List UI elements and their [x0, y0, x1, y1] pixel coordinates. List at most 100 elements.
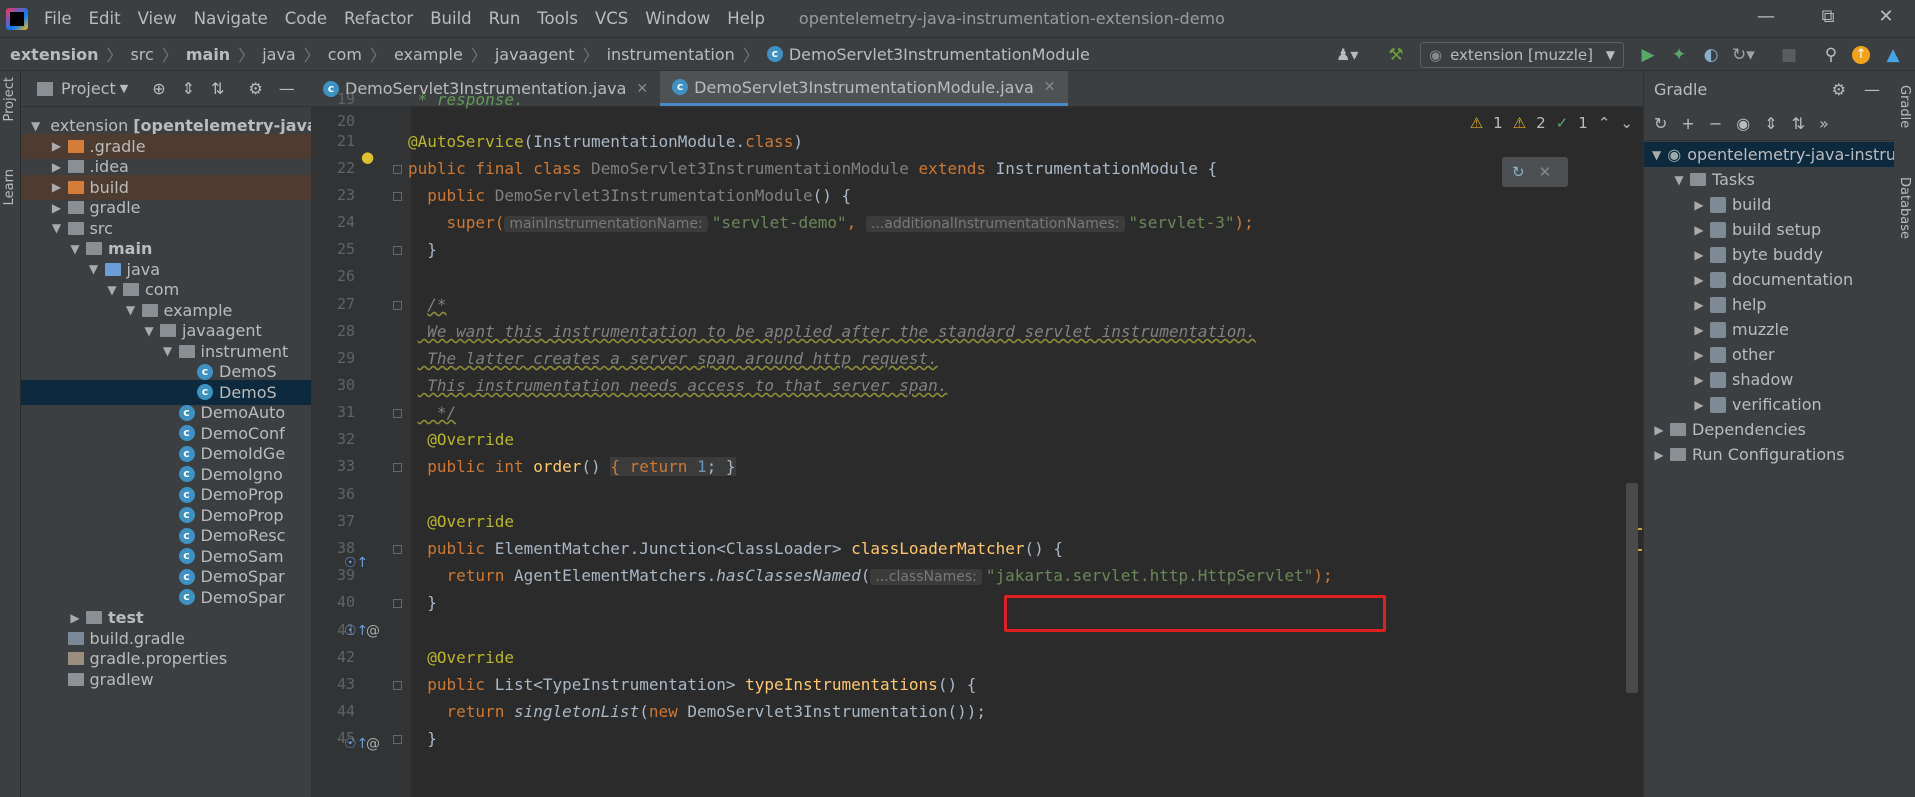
menu-refactor[interactable]: Refactor — [344, 9, 413, 28]
reload-icon[interactable]: ↻ — [1654, 114, 1667, 133]
gradle-task-group[interactable]: ▶ verification — [1692, 392, 1821, 417]
chevron-right-icon[interactable]: ▶ — [50, 201, 64, 215]
learn-tool-tab[interactable]: Learn — [2, 169, 17, 205]
fold-marker-icon[interactable] — [393, 463, 402, 472]
menu-code[interactable]: Code — [285, 9, 327, 28]
chevron-right-icon[interactable]: ▶ — [50, 180, 64, 194]
gear-icon[interactable]: ⚙ — [1832, 80, 1846, 99]
chevron-right-icon[interactable]: ▶ — [50, 139, 64, 153]
chevron-down-icon[interactable]: ▼ — [161, 344, 175, 358]
collapse-all-icon[interactable]: ⇅ — [1792, 114, 1805, 133]
breadcrumb-com[interactable]: com — [328, 45, 362, 64]
menu-build[interactable]: Build — [430, 9, 471, 28]
gradle-task-group[interactable]: ▶ byte buddy — [1692, 242, 1823, 267]
breadcrumb-instrumentation[interactable]: instrumentation — [607, 45, 735, 64]
expand-all-icon[interactable]: ⇕ — [182, 79, 195, 98]
editor-scrollbar[interactable] — [1626, 483, 1638, 693]
hide-icon[interactable]: — — [1864, 80, 1880, 99]
annotation-icon[interactable]: @ — [366, 623, 380, 639]
implements-icon[interactable]: ☉↑ — [344, 736, 368, 752]
run-configuration-select[interactable]: ◉ extension [muzzle] ▼ — [1420, 42, 1624, 68]
fold-marker-icon[interactable] — [393, 301, 402, 310]
gear-icon[interactable]: ⚙ — [248, 79, 262, 98]
chevron-down-icon[interactable]: ▼ — [31, 119, 40, 133]
gradle-task-group[interactable]: ▶ other — [1692, 342, 1774, 367]
gradle-task-group[interactable]: ▶ documentation — [1692, 267, 1853, 292]
profile-icon[interactable]: ↻▾ — [1732, 44, 1755, 66]
run-icon[interactable]: ▶ — [1637, 44, 1659, 66]
fold-marker-icon[interactable] — [393, 165, 402, 174]
project-panel-title[interactable]: Project — [61, 79, 116, 98]
chevron-right-icon[interactable]: ▶ — [68, 611, 82, 625]
search-icon[interactable]: ⚲ — [1820, 44, 1842, 66]
gradle-run-configurations[interactable]: ▶ Run Configurations — [1652, 442, 1844, 467]
menu-view[interactable]: View — [138, 9, 177, 28]
gradle-task-group[interactable]: ▶ build — [1692, 192, 1771, 217]
tab-demoservlet3instrumentationmodule[interactable]: c DemoServlet3InstrumentationModule.java… — [660, 71, 1068, 106]
chevron-down-icon[interactable]: ▼ — [120, 82, 128, 95]
database-tool-tab[interactable]: Database — [1897, 177, 1912, 239]
tree-item[interactable]: gradlew — [21, 667, 311, 692]
menu-window[interactable]: Window — [645, 9, 710, 28]
close-icon[interactable]: ✕ — [1539, 163, 1552, 181]
gradle-task-group[interactable]: ▶ help — [1692, 292, 1766, 317]
gradle-tool-tab[interactable]: Gradle — [1897, 85, 1912, 128]
menu-navigate[interactable]: Navigate — [194, 9, 268, 28]
expand-all-icon[interactable]: ⇕ — [1764, 114, 1777, 133]
chevron-down-icon[interactable]: ▼ — [124, 303, 138, 317]
annotation-icon[interactable]: @ — [366, 736, 380, 752]
chevron-down-icon[interactable]: ▼ — [142, 324, 156, 338]
gradle-dependencies[interactable]: ▶ Dependencies — [1652, 417, 1806, 442]
inspection-widget[interactable]: ⚠ 1 ⚠ 2 ✓ 1 ⌃ ⌄ — [1470, 114, 1633, 132]
collapse-all-icon[interactable]: ⇅ — [211, 79, 224, 98]
more-icon[interactable]: » — [1819, 114, 1829, 133]
user-icon[interactable]: ♟▾ — [1336, 44, 1358, 66]
menu-help[interactable]: Help — [727, 9, 765, 28]
gradle-task-group[interactable]: ▶ shadow — [1692, 367, 1793, 392]
gradle-task-group[interactable]: ▶ muzzle — [1692, 317, 1788, 342]
breadcrumb-javaagent[interactable]: javaagent — [495, 45, 575, 64]
menu-edit[interactable]: Edit — [89, 9, 121, 28]
restore-icon[interactable]: ⧉ — [1816, 6, 1840, 30]
close-window-icon[interactable]: ✕ — [1874, 6, 1898, 30]
breadcrumb-src[interactable]: src — [130, 45, 153, 64]
add-icon[interactable]: + — [1681, 114, 1694, 133]
chevron-up-icon[interactable]: ⌃ — [1598, 114, 1611, 132]
implements-icon[interactable]: ☉↑ — [344, 623, 368, 639]
chevron-down-icon[interactable]: ▼ — [87, 262, 101, 276]
implements-icon[interactable]: ☉↑ — [344, 555, 368, 571]
fold-marker-icon[interactable] — [393, 246, 402, 255]
update-icon[interactable]: ↑ — [1852, 46, 1870, 64]
chevron-down-icon[interactable]: ▼ — [68, 242, 82, 256]
chevron-down-icon[interactable]: ⌄ — [1620, 114, 1633, 132]
debug-icon[interactable]: ✦ — [1668, 44, 1690, 66]
hammer-icon[interactable]: ⚒ — [1385, 44, 1407, 66]
close-icon[interactable]: ✕ — [636, 81, 648, 97]
gradle-root[interactable]: ▼ ◉ opentelemetry-java-instru — [1644, 142, 1896, 167]
menu-file[interactable]: File — [44, 9, 72, 28]
breadcrumb-example[interactable]: example — [394, 45, 463, 64]
toolbox-icon[interactable]: ▲ — [1882, 44, 1904, 66]
project-tool-tab[interactable]: Project — [2, 77, 17, 121]
minimize-icon[interactable]: — — [1754, 6, 1778, 30]
coverage-icon[interactable]: ◐ — [1700, 44, 1722, 66]
breadcrumb-java[interactable]: java — [262, 45, 296, 64]
menu-vcs[interactable]: VCS — [595, 9, 628, 28]
fold-marker-icon[interactable] — [393, 735, 402, 744]
fold-marker-icon[interactable] — [393, 599, 402, 608]
chevron-down-icon[interactable]: ▼ — [50, 221, 64, 235]
fold-marker-icon[interactable] — [393, 409, 402, 418]
gradle-tasks[interactable]: ▼ Tasks — [1672, 167, 1755, 192]
chevron-down-icon[interactable]: ▼ — [105, 283, 119, 297]
breadcrumb-extension[interactable]: extension — [10, 45, 98, 64]
menu-run[interactable]: Run — [489, 9, 521, 28]
gradle-elephant-icon[interactable]: ◉ — [1736, 114, 1750, 133]
gradle-task-group[interactable]: ▶ build setup — [1692, 217, 1821, 242]
menu-tools[interactable]: Tools — [537, 9, 578, 28]
chevron-right-icon[interactable]: ▶ — [50, 160, 64, 174]
hide-icon[interactable]: — — [279, 79, 295, 98]
locate-icon[interactable]: ⊕ — [152, 79, 165, 98]
breadcrumb-main[interactable]: main — [186, 45, 230, 64]
gradle-reload-icon[interactable]: ↻ — [1512, 163, 1525, 181]
remove-icon[interactable]: − — [1709, 114, 1722, 133]
